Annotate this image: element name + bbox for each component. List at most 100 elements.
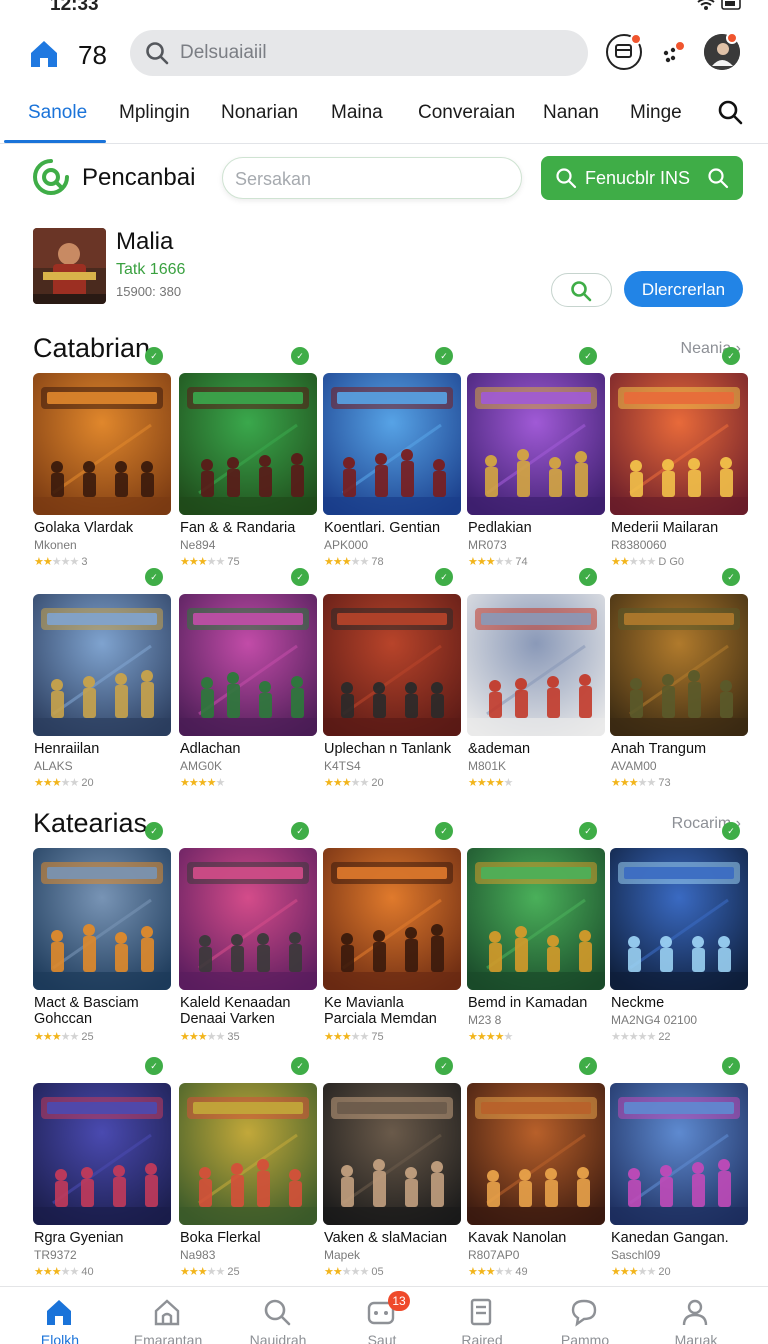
home-icon[interactable] (26, 36, 62, 72)
game-meta: Ne894 (180, 538, 216, 552)
notification-dot (726, 32, 738, 44)
game-title: Mederii Mailaran (611, 520, 719, 536)
game-rating: ★★★★★ 40 (34, 1265, 94, 1278)
rating-count: 22 (658, 1031, 671, 1043)
section-title: Catabrian (33, 333, 151, 363)
game-meta: M801K (468, 759, 507, 773)
game-rating: ★★★★★ 05 (324, 1265, 384, 1278)
avatar[interactable] (704, 32, 740, 70)
bottom-nav-label: Saut (367, 1332, 397, 1344)
search-icon (146, 42, 169, 65)
bottom-nav-label: Raired (461, 1332, 503, 1344)
game-title: Kavak Nanolan (468, 1230, 567, 1246)
brand-name: Pencanbai (82, 164, 196, 191)
verified-badge-icon: ✓ (435, 822, 453, 840)
bottom-navigation: Elolkh Emarantan Naujdrah 13 Saut Raired Pammo… (0, 1286, 768, 1344)
verified-badge-icon: ✓ (579, 1057, 597, 1075)
rating-count: 40 (81, 1266, 94, 1278)
home-icon (47, 1300, 71, 1325)
bottom-nav-item[interactable]: Raired (432, 1287, 532, 1344)
game-cover-image (323, 373, 461, 515)
tab-4[interactable]: Maina (331, 102, 383, 124)
bottom-nav-item[interactable]: Naujdrah (228, 1287, 328, 1344)
verified-badge-icon: ✓ (145, 822, 163, 840)
tab-6[interactable]: Nanan (543, 102, 599, 124)
rating-count: 78 (371, 556, 384, 568)
rating-count: 20 (371, 777, 384, 789)
verified-badge-icon: ✓ (579, 568, 597, 586)
game-meta: TR9372 (34, 1248, 77, 1262)
bottom-nav-item[interactable]: Elolkh (10, 1287, 110, 1344)
game-rating: ★★★★★ 49 (468, 1265, 528, 1278)
house-outline-icon (154, 1299, 180, 1326)
more-button[interactable] (656, 34, 692, 70)
game-meta: AMG0K (180, 759, 223, 773)
tab-1[interactable]: Sanole (28, 102, 87, 124)
game-title: Uplechan n Tanlank (324, 741, 452, 757)
featured-search-button[interactable] (551, 273, 612, 307)
star-rating-icon: ★★★★★ (611, 1031, 656, 1043)
tab-5[interactable]: Converaian (418, 102, 515, 124)
featured-action-button[interactable]: Dlercrerlan (624, 271, 743, 307)
bottom-nav-label: Pammo (560, 1332, 610, 1344)
tab-2[interactable]: Mplingin (119, 102, 190, 124)
game-title: Mact & Basciam (34, 995, 139, 1011)
game-meta: ALAKS (34, 759, 73, 773)
game-title: Neckme (611, 995, 665, 1011)
status-time: 12:33 (50, 0, 99, 15)
bottom-nav-label: Naujdrah (249, 1332, 307, 1344)
game-rating: ★★★★★ D G0 (611, 555, 684, 568)
game-cover-image (610, 848, 748, 990)
bottom-nav-item[interactable]: 13 Saut (332, 1287, 432, 1344)
cart-button[interactable] (606, 33, 642, 70)
verified-badge-icon: ✓ (291, 1057, 309, 1075)
bottom-nav-item[interactable]: Pammo (535, 1287, 635, 1344)
tab-3[interactable]: Nonarian (221, 102, 298, 124)
game-meta: K4TS4 (324, 759, 361, 773)
search-input[interactable]: Delsuaiaiil (130, 30, 588, 76)
game-rating: ★★★★★ 3 (34, 555, 87, 568)
green-search-button[interactable]: Fenucblr INS (541, 156, 743, 200)
game-rating: ★★★★★ 75 (324, 1030, 384, 1043)
verified-badge-icon: ✓ (291, 822, 309, 840)
secondary-search-input[interactable]: Sersakan (222, 157, 522, 199)
game-meta: R807AP0 (468, 1248, 520, 1262)
verified-badge-icon: ✓ (722, 822, 740, 840)
chat-icon (571, 1299, 597, 1327)
game-rating: ★★★★★ (468, 776, 515, 789)
verified-badge-icon: ✓ (722, 347, 740, 365)
bookmark-icon (470, 1298, 492, 1326)
game-rating: ★★★★★ 25 (34, 1030, 94, 1043)
game-cover-image (33, 848, 171, 990)
game-title: Bemd in Kamadan (468, 995, 588, 1011)
game-rating: ★★★★★ 20 (34, 776, 94, 789)
status-icons (694, 0, 744, 15)
green-button-label: Fenucblr INS (585, 168, 691, 188)
rating-count: 3 (81, 556, 88, 568)
game-title: Ke Mavianla (324, 995, 404, 1011)
game-meta: Na983 (180, 1248, 216, 1262)
featured-item[interactable]: Malia Tatk 1666 15900: 380 Dlercrerlan (0, 226, 768, 310)
rating-count: 49 (515, 1266, 528, 1278)
tab-7[interactable]: Minge (630, 102, 682, 124)
game-rating: ★★★★★ 35 (180, 1030, 240, 1043)
game-cover-image (179, 373, 317, 515)
dots-icon (663, 47, 676, 63)
game-rating: ★★★★★ 74 (468, 555, 528, 568)
search-icon[interactable] (716, 98, 744, 126)
star-rating-icon: ★★★★★ (468, 1266, 513, 1278)
bottom-nav-item[interactable]: Emarantan (118, 1287, 218, 1344)
verified-badge-icon: ✓ (145, 1057, 163, 1075)
featured-thumbnail (33, 228, 106, 304)
rating-count: D G0 (658, 556, 685, 568)
bottom-nav-item[interactable]: Marıak (646, 1287, 746, 1344)
secondary-search-placeholder: Sersakan (235, 169, 312, 189)
verified-badge-icon: ✓ (435, 1057, 453, 1075)
game-cover-image (610, 373, 748, 515)
verified-badge-icon: ✓ (291, 347, 309, 365)
game-meta: Mapek (324, 1248, 361, 1262)
game-cover-image (179, 1083, 317, 1225)
rating-count: 35 (227, 1031, 240, 1043)
game-meta: MA2NG4 02100 (611, 1013, 698, 1027)
game-cover-image (33, 373, 171, 515)
